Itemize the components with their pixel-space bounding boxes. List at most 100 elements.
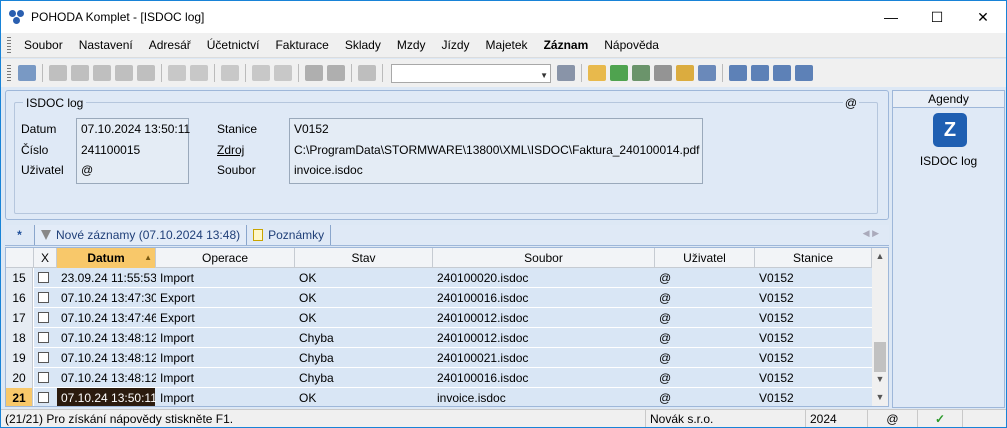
cislo-label: Číslo bbox=[21, 143, 49, 157]
col-datum[interactable]: Datum ▲ bbox=[57, 248, 156, 268]
calculator-icon[interactable] bbox=[654, 65, 672, 81]
row-checkbox[interactable] bbox=[38, 272, 49, 283]
panel-toggle-icon[interactable] bbox=[18, 65, 36, 81]
toolbar-separator bbox=[351, 64, 352, 82]
toolbar-separator bbox=[382, 64, 383, 82]
folder-icon[interactable] bbox=[588, 65, 606, 81]
table-row[interactable]: 15 23.09.24 11:55:53 Import OK 240100020… bbox=[6, 268, 872, 288]
paste-icon[interactable] bbox=[358, 65, 376, 81]
chevron-down-icon[interactable]: ▼ bbox=[540, 71, 548, 80]
row-checkbox[interactable] bbox=[38, 292, 49, 303]
scroll-thumb[interactable] bbox=[874, 342, 886, 372]
col-stav[interactable]: Stav bbox=[295, 248, 433, 268]
table-row[interactable]: 18 07.10.24 13:48:12 Import Chyba 240100… bbox=[6, 328, 872, 348]
preview-icon[interactable] bbox=[93, 65, 111, 81]
row-checkbox[interactable] bbox=[38, 372, 49, 383]
row-checkbox[interactable] bbox=[38, 352, 49, 363]
menu-mzdy[interactable]: Mzdy bbox=[389, 33, 434, 58]
table-row[interactable]: 20 07.10.24 13:48:12 Import Chyba 240100… bbox=[6, 368, 872, 388]
row-checkbox[interactable] bbox=[38, 392, 49, 403]
row-number: 19 bbox=[6, 348, 33, 368]
maximize-button[interactable]: ☐ bbox=[914, 1, 960, 33]
cell-soubor: 240100012.isdoc bbox=[437, 331, 529, 345]
money-icon[interactable] bbox=[610, 65, 628, 81]
row-checkbox[interactable] bbox=[38, 332, 49, 343]
zdroj-link[interactable]: Zdroj bbox=[217, 143, 244, 157]
save-icon[interactable] bbox=[305, 65, 323, 81]
menu-ucetnictvi[interactable]: Účetnictví bbox=[199, 33, 268, 58]
cell-datum: 23.09.24 11:55:53 bbox=[61, 271, 156, 285]
menu-soubor[interactable]: Soubor bbox=[16, 33, 71, 58]
row-checkbox[interactable] bbox=[38, 312, 49, 323]
vertical-scrollbar[interactable]: ▲ ▼ ▼ bbox=[872, 248, 888, 406]
cell-soubor: 240100012.isdoc bbox=[437, 311, 529, 325]
menu-jizdy[interactable]: Jízdy bbox=[434, 33, 478, 58]
print-icon[interactable] bbox=[71, 65, 89, 81]
cell-uzivatel: @ bbox=[659, 291, 672, 305]
menu-sklady[interactable]: Sklady bbox=[337, 33, 389, 58]
tab-notes-label: Poznámky bbox=[268, 228, 325, 242]
lock-icon[interactable] bbox=[137, 65, 155, 81]
search-combo[interactable]: ▼ bbox=[391, 63, 551, 83]
scroll-up-icon[interactable]: ▲ bbox=[872, 251, 888, 261]
tab-scroll-arrows-icon[interactable]: ◀ ▶ bbox=[863, 228, 879, 239]
settings-icon[interactable] bbox=[274, 65, 292, 81]
cell-uzivatel: @ bbox=[659, 311, 672, 325]
uzivatel-value: @ bbox=[81, 163, 94, 177]
menu-nastaveni[interactable]: Nastavení bbox=[71, 33, 141, 58]
back-arrow-icon[interactable] bbox=[252, 65, 270, 81]
table-view-icon[interactable] bbox=[221, 65, 239, 81]
cell-stanice: V0152 bbox=[759, 391, 794, 405]
tab-new-records[interactable]: Nové záznamy (07.10.2024 13:48) bbox=[35, 225, 248, 245]
cell-stav: OK bbox=[299, 311, 317, 325]
menu-napoveda[interactable]: Nápověda bbox=[596, 33, 667, 58]
isdoc-log-icon[interactable]: Z bbox=[933, 113, 967, 147]
tab-star[interactable]: * bbox=[5, 225, 35, 245]
menu-zaznam[interactable]: Záznam bbox=[536, 33, 597, 58]
cell-datum: 07.10.24 13:48:12 bbox=[61, 351, 156, 365]
minimize-button[interactable]: — bbox=[868, 1, 914, 33]
table-row[interactable]: 17 07.10.24 13:47:46 Export OK 240100012… bbox=[6, 308, 872, 328]
status-user: @ bbox=[868, 410, 918, 427]
new-record-icon[interactable] bbox=[168, 65, 186, 81]
tab-notes[interactable]: Poznámky bbox=[247, 225, 332, 245]
cash-register-icon[interactable] bbox=[632, 65, 650, 81]
save-all-icon[interactable] bbox=[327, 65, 345, 81]
status-bar: (21/21) Pro získání nápovědy stiskněte F… bbox=[1, 409, 1006, 427]
refresh-icon[interactable] bbox=[115, 65, 133, 81]
menu-majetek[interactable]: Majetek bbox=[478, 33, 536, 58]
iban-icon[interactable] bbox=[698, 65, 716, 81]
detail-group: ISDOC log @ Datum Číslo Uživatel 07.10.2… bbox=[14, 96, 878, 214]
cell-operace: Export bbox=[160, 311, 195, 325]
scroll-down-icon[interactable]: ▼ bbox=[872, 374, 888, 384]
cell-stav: OK bbox=[299, 291, 317, 305]
col-stanice[interactable]: Stanice bbox=[755, 248, 872, 268]
list-icon[interactable] bbox=[773, 65, 791, 81]
cell-datum: 07.10.24 13:47:46 bbox=[61, 311, 156, 325]
table-row[interactable]: 16 07.10.24 13:47:30 Export OK 240100016… bbox=[6, 288, 872, 308]
scroll-down-icon[interactable]: ▼ bbox=[872, 392, 888, 402]
col-x[interactable]: X bbox=[34, 248, 57, 268]
copy-record-icon[interactable] bbox=[49, 65, 67, 81]
col-uzivatel[interactable]: Uživatel bbox=[655, 248, 755, 268]
menu-adresar[interactable]: Adresář bbox=[141, 33, 199, 58]
monitor-icon[interactable] bbox=[729, 65, 747, 81]
coins-icon[interactable] bbox=[676, 65, 694, 81]
filter-icon[interactable] bbox=[557, 65, 575, 81]
cell-uzivatel: @ bbox=[659, 391, 672, 405]
close-button[interactable]: ✕ bbox=[960, 1, 1006, 33]
stanice-label: Stanice bbox=[217, 122, 258, 136]
window-icon[interactable] bbox=[751, 65, 769, 81]
title-bar: POHODA Komplet - [ISDOC log] — ☐ ✕ bbox=[1, 1, 1006, 33]
row-number: 16 bbox=[6, 288, 33, 308]
col-soubor[interactable]: Soubor bbox=[433, 248, 655, 268]
toolbar-separator bbox=[245, 64, 246, 82]
edit-icon[interactable] bbox=[190, 65, 208, 81]
table-row[interactable]: 19 07.10.24 13:48:12 Import Chyba 240100… bbox=[6, 348, 872, 368]
table-row-selected[interactable]: 21 07.10.24 13:50:11 Import OK invoice.i… bbox=[6, 388, 872, 406]
help-icon[interactable] bbox=[795, 65, 813, 81]
cell-operace: Import bbox=[160, 331, 195, 345]
col-operace[interactable]: Operace bbox=[156, 248, 295, 268]
menu-fakturace[interactable]: Fakturace bbox=[267, 33, 336, 58]
agenda-item-isdoc-log[interactable]: ISDOC log bbox=[893, 154, 1004, 168]
